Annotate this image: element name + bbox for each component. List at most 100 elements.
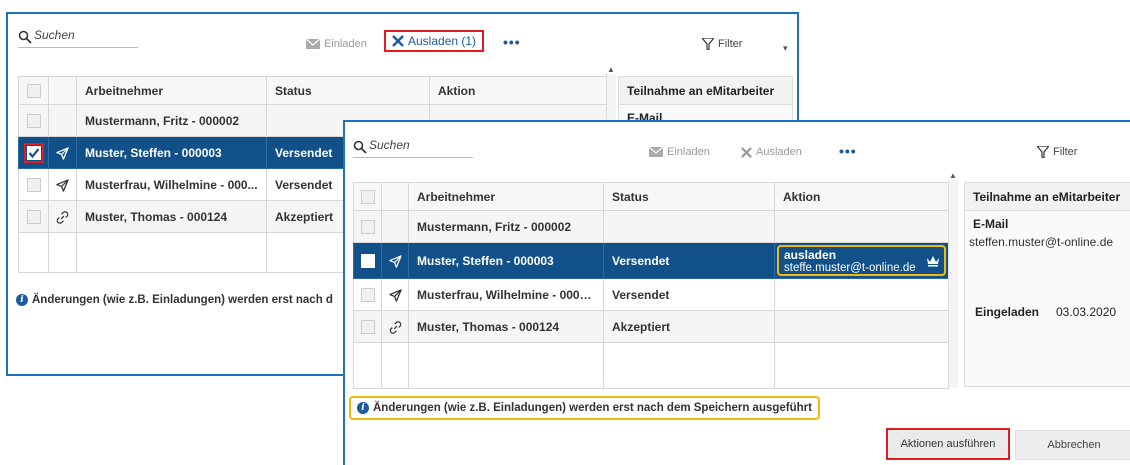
select-all-checkbox[interactable] xyxy=(360,189,375,204)
row-checkbox-checked[interactable] xyxy=(26,145,41,160)
front-dialog: Suchen Einladen Ausladen ••• Filter Arbe… xyxy=(343,120,1130,465)
employee-action[interactable]: ausladen steffe.muster@t-online.de xyxy=(774,242,949,279)
search-icon xyxy=(353,140,367,154)
action-email: steffe.muster@t-online.de xyxy=(784,262,916,274)
row-checkbox[interactable] xyxy=(360,253,375,268)
participation-header: Teilnahme an eMitarbeiter xyxy=(965,183,1130,211)
cancel-button[interactable]: Abbrechen xyxy=(1015,430,1130,460)
employee-name: Musterfrau, Wilhelmine - 000... xyxy=(76,168,267,201)
scroll-up-icon[interactable]: ▲ xyxy=(949,171,957,180)
checkmark-icon xyxy=(28,147,39,158)
info-text: Änderungen (wie z.B. Einladungen) werden… xyxy=(32,294,333,306)
table-row-selected[interactable]: Muster, Steffen - 000003 Versendet ausla… xyxy=(353,242,949,279)
participation-panel: Teilnahme an eMitarbeiter E-Mail steffen… xyxy=(964,182,1130,387)
filter-icon xyxy=(702,38,714,50)
filter-label: Filter xyxy=(718,38,743,50)
filter-button[interactable]: Filter xyxy=(702,38,742,50)
employee-name: Muster, Thomas - 000124 xyxy=(408,310,604,343)
table-scrollbar[interactable] xyxy=(948,180,958,388)
ausladen-button[interactable]: Ausladen (1) xyxy=(384,30,485,52)
einladen-label: Einladen xyxy=(324,38,367,50)
invited-label: Eingeladen xyxy=(975,305,1040,319)
einladen-button[interactable]: Einladen xyxy=(306,38,367,50)
column-header-aktion[interactable]: Aktion xyxy=(429,76,607,105)
column-header-arbeitnehmer[interactable]: Arbeitnehmer xyxy=(76,76,267,105)
info-icon: i xyxy=(357,402,369,414)
action-title: ausladen xyxy=(784,248,837,262)
table-row-empty xyxy=(353,342,949,389)
info-icon: i xyxy=(16,294,28,306)
employee-table: Arbeitnehmer Status Aktion Mustermann, F… xyxy=(353,182,949,389)
crown-icon xyxy=(927,256,939,267)
row-checkbox[interactable] xyxy=(26,177,41,192)
employee-action xyxy=(774,310,949,343)
icon-header xyxy=(48,76,77,105)
employee-status xyxy=(603,210,775,243)
filter-icon xyxy=(1037,146,1049,158)
link-icon xyxy=(389,320,401,334)
ausladen-button[interactable]: Ausladen xyxy=(741,146,802,158)
paper-plane-icon xyxy=(388,254,402,268)
ausladen-label: Ausladen (1) xyxy=(408,34,477,48)
employee-name: Muster, Thomas - 000124 xyxy=(76,200,267,233)
employee-status: Akzeptiert xyxy=(603,310,775,343)
employee-name: Muster, Steffen - 000003 xyxy=(76,136,267,169)
link-icon xyxy=(56,210,69,224)
row-checkbox[interactable] xyxy=(26,209,41,224)
paper-plane-icon xyxy=(56,146,69,160)
employee-name: Mustermann, Fritz - 000002 xyxy=(76,104,267,137)
employee-name: Muster, Steffen - 000003 xyxy=(408,242,604,279)
envelope-icon xyxy=(306,39,320,49)
employee-name: Musterfrau, Wilhelmine - 000004 xyxy=(408,278,604,311)
search-placeholder: Suchen xyxy=(369,138,410,152)
email-label: E-Mail xyxy=(973,217,1009,231)
envelope-icon xyxy=(649,147,663,157)
email-value: steffen.muster@t-online.de xyxy=(969,235,1114,249)
search-field[interactable]: Suchen xyxy=(353,136,473,158)
info-message: i Änderungen (wie z.B. Einladungen) werd… xyxy=(16,294,333,306)
einladen-button[interactable]: Einladen xyxy=(649,146,710,158)
scroll-up-icon[interactable]: ▲ xyxy=(607,65,615,74)
search-placeholder: Suchen xyxy=(34,28,75,42)
select-all-checkbox[interactable] xyxy=(26,83,41,98)
checkbox-highlight xyxy=(23,142,44,163)
info-text: Änderungen (wie z.B. Einladungen) werden… xyxy=(373,402,812,414)
employee-name: Mustermann, Fritz - 000002 xyxy=(408,210,604,243)
invited-date: 03.03.2020 xyxy=(1056,305,1117,319)
column-header-status[interactable]: Status xyxy=(603,182,775,211)
paper-plane-icon xyxy=(56,178,69,192)
select-all-cell[interactable] xyxy=(353,182,382,211)
more-options-button[interactable]: ••• xyxy=(839,143,857,159)
filter-button[interactable]: Filter xyxy=(1037,146,1077,158)
info-message: i Änderungen (wie z.B. Einladungen) werd… xyxy=(349,396,820,420)
close-icon xyxy=(741,146,752,158)
column-header-status[interactable]: Status xyxy=(266,76,430,105)
employee-status: Versendet xyxy=(603,242,775,279)
employee-action xyxy=(774,278,949,311)
table-row[interactable]: Mustermann, Fritz - 000002 xyxy=(353,210,949,243)
table-row[interactable]: Muster, Thomas - 000124 Akzeptiert xyxy=(353,310,949,343)
row-checkbox[interactable] xyxy=(360,319,375,334)
action-highlight[interactable]: ausladen steffe.muster@t-online.de xyxy=(777,245,946,276)
chevron-down-icon[interactable]: ▾ xyxy=(783,43,788,54)
select-all-cell[interactable] xyxy=(18,76,49,105)
close-icon xyxy=(392,35,404,47)
column-header-aktion[interactable]: Aktion xyxy=(774,182,949,211)
column-header-arbeitnehmer[interactable]: Arbeitnehmer xyxy=(408,182,604,211)
participation-header: Teilnahme an eMitarbeiter xyxy=(619,77,792,105)
einladen-label: Einladen xyxy=(667,146,710,158)
row-checkbox[interactable] xyxy=(26,113,41,128)
ausladen-label: Ausladen xyxy=(756,146,802,158)
execute-actions-button[interactable]: Aktionen ausführen xyxy=(886,428,1010,460)
table-row[interactable]: Musterfrau, Wilhelmine - 000004 Versende… xyxy=(353,278,949,311)
more-options-button[interactable]: ••• xyxy=(503,34,521,50)
icon-header xyxy=(381,182,409,211)
paper-plane-icon xyxy=(388,288,402,302)
search-icon xyxy=(18,30,32,44)
row-checkbox[interactable] xyxy=(360,287,375,302)
search-field[interactable]: Suchen xyxy=(18,26,138,48)
row-checkbox[interactable] xyxy=(360,219,375,234)
filter-label: Filter xyxy=(1053,146,1078,158)
employee-status: Versendet xyxy=(603,278,775,311)
employee-action xyxy=(774,210,949,243)
